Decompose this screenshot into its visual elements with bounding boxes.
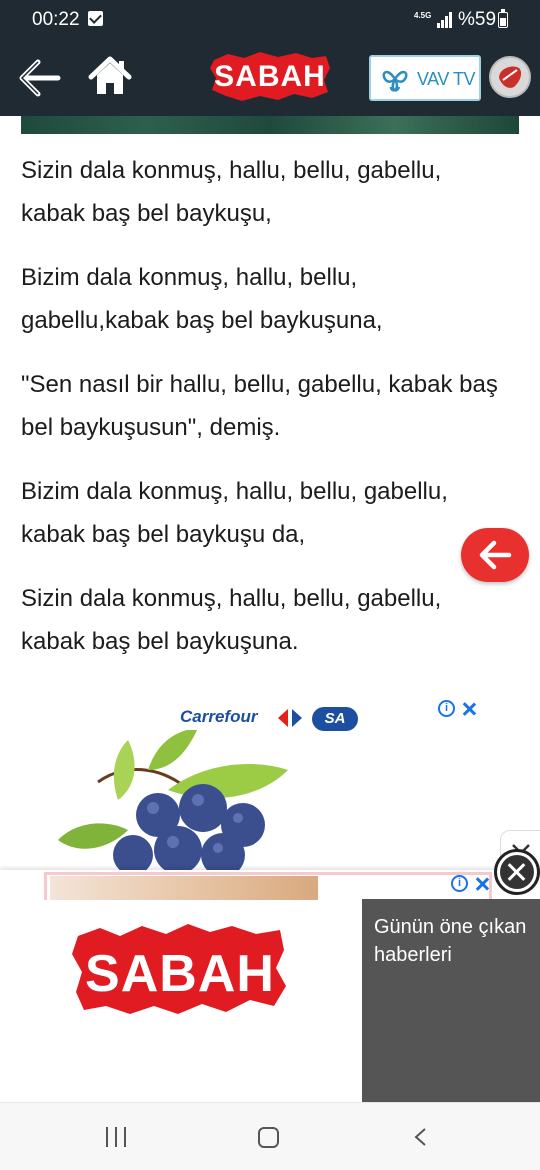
blueberry-image [58, 730, 288, 870]
close-ad-button[interactable] [494, 849, 540, 895]
system-nav-bar [0, 1102, 540, 1170]
vav-tv-logo[interactable]: VAV TV [369, 55, 481, 101]
featured-news-text: Günün öne çıkan haberleri [374, 916, 527, 966]
floating-back-button[interactable] [461, 528, 529, 582]
article-paragraph: Bizim dala konmuş, hallu, bellu, gabellu… [21, 264, 383, 334]
article-body: Sizin dala konmuş, hallu, bellu, gabellu… [21, 149, 511, 684]
sabah-ad-logo: SABAH [70, 922, 290, 1018]
carrefour-logo: Carrefour [180, 707, 258, 726]
battery-percent: %59 [458, 9, 497, 30]
battery-icon [498, 9, 508, 28]
ad-image-peach [50, 876, 318, 900]
home-icon[interactable] [88, 56, 132, 98]
article-paragraph: Sizin dala konmuş, hallu, bellu, gabellu… [21, 157, 442, 227]
ad-info-icon[interactable]: i [438, 700, 455, 717]
ad-close-icon[interactable] [475, 877, 489, 891]
logo-text: SABAH [214, 60, 326, 93]
home-button-icon[interactable] [258, 1127, 279, 1148]
status-time: 00:22 [32, 9, 80, 30]
recents-icon[interactable] [106, 1127, 128, 1147]
arrow-left-icon [479, 540, 512, 570]
article-paragraph: Bizim dala konmuş, hallu, bellu, gabellu… [21, 478, 448, 548]
nav-back-icon[interactable] [412, 1127, 430, 1147]
carrefour-mark-icon [278, 709, 302, 727]
back-arrow-icon[interactable] [18, 58, 62, 98]
vav-emblem-icon [382, 70, 408, 92]
ad-info-icon[interactable]: i [451, 875, 468, 892]
featured-news-panel[interactable]: Günün öne çıkan haberleri [362, 899, 540, 1102]
ad-logo-text: SABAH [85, 945, 275, 1003]
vav-tv-text: VAV TV [417, 69, 476, 89]
ad-close-icon[interactable] [462, 702, 476, 716]
signal-icon [437, 12, 453, 28]
carrefour-ad[interactable]: Carrefour SA i [58, 695, 482, 870]
article-paragraph: Sizin dala konmuş, hallu, bellu, gabellu… [21, 585, 442, 655]
sa-badge: SA [312, 707, 358, 731]
status-bar: 00:22 4.5G %59 [0, 0, 540, 40]
notification-check-icon [88, 11, 103, 26]
sabah-logo[interactable]: SABAH [208, 50, 332, 104]
article-paragraph: "Sen nasıl bir hallu, bellu, gabellu, ka… [21, 371, 498, 441]
article-image [21, 116, 519, 134]
app-header: SABAH VAV TV [0, 40, 540, 116]
bottom-ad-banner[interactable]: i SABAH Günün öne çıkan haberleri [0, 870, 540, 1102]
network-type: 4.5G [414, 11, 432, 20]
close-icon [500, 855, 534, 889]
profile-badge-icon[interactable] [489, 56, 531, 98]
